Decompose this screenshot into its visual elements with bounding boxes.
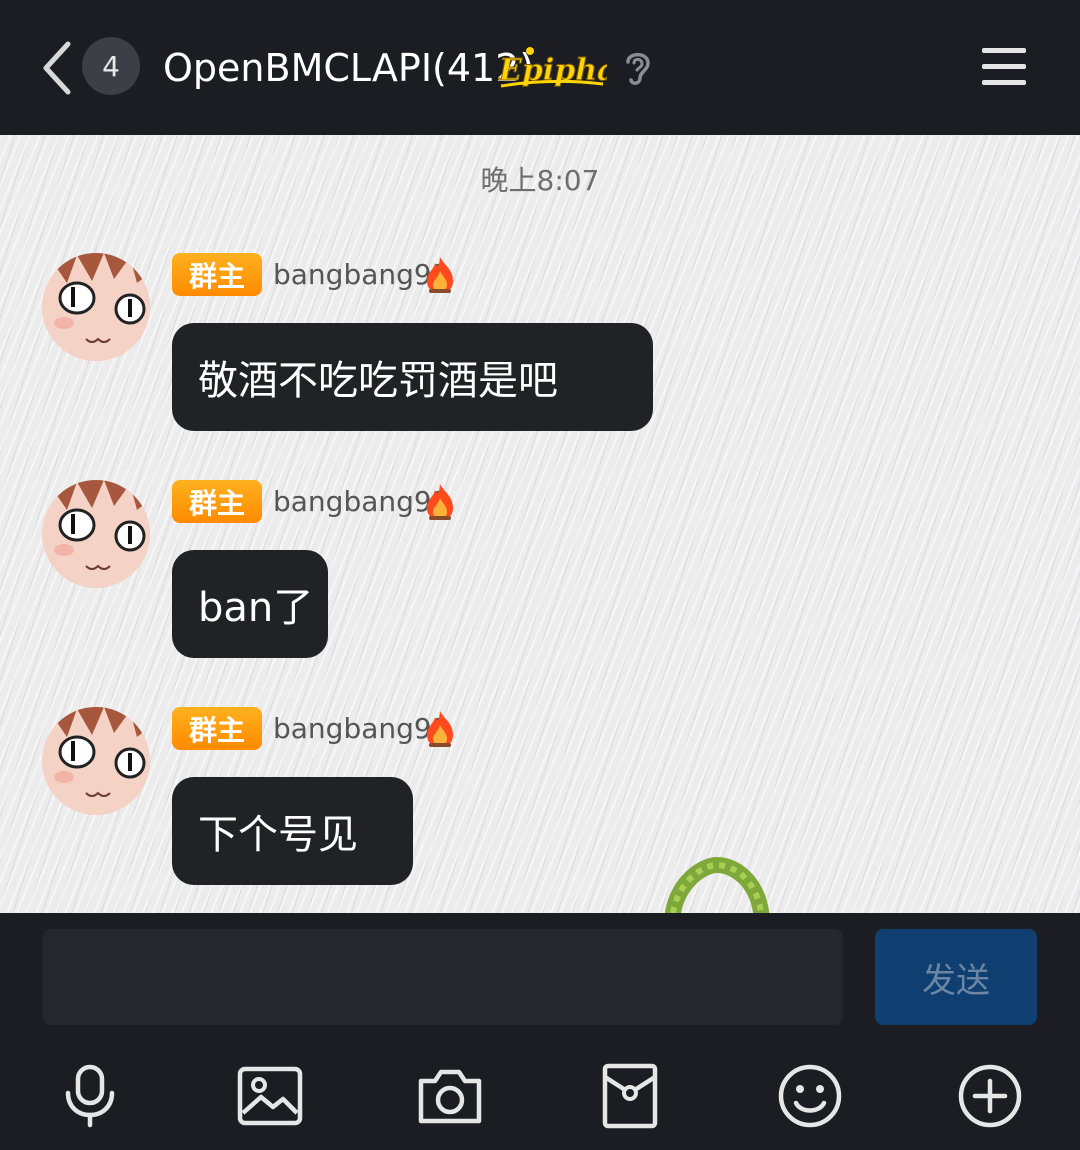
avatar[interactable] [42,253,150,361]
avatar[interactable] [42,480,150,588]
bottom-toolbar [0,1041,1080,1150]
chat-area[interactable]: 晚上8:07 群主 bangbang93 敬酒不吃吃罚酒是吧 群主 bangba… [0,135,1080,913]
message-bubble[interactable]: 敬酒不吃吃罚酒是吧 [172,323,653,431]
avatar[interactable] [42,707,150,815]
menu-icon [982,48,1026,53]
fire-icon [423,709,457,749]
chat-title[interactable]: OpenBMCLAPI(412) [163,40,534,96]
group-owner-badge: 群主 [172,707,262,750]
menu-button[interactable] [980,44,1030,90]
group-owner-badge: 群主 [172,480,262,523]
chat-header: 4 OpenBMCLAPI(412) Epiphany [0,0,1080,135]
red-packet-icon[interactable] [597,1063,663,1129]
fire-icon [423,482,457,522]
group-owner-badge: 群主 [172,253,262,296]
message-item: 群主 bangbang93 敬酒不吃吃罚酒是吧 [0,253,1080,473]
unread-count-badge[interactable]: 4 [82,37,140,95]
plus-icon[interactable] [957,1063,1023,1129]
emoji-icon[interactable] [777,1063,843,1129]
background-decoration [662,855,772,913]
fire-icon [423,255,457,295]
message-bubble[interactable]: ban了 [172,550,328,658]
ear-icon[interactable] [622,48,654,88]
image-icon[interactable] [237,1063,303,1129]
message-bubble[interactable]: 下个号见 [172,777,413,885]
send-button[interactable]: 发送 [875,929,1037,1025]
camera-icon[interactable] [417,1063,483,1129]
message-timestamp: 晚上8:07 [480,164,600,197]
chevron-left-icon [43,41,71,95]
message-item: 群主 bangbang93 ban了 [0,480,1080,700]
message-input[interactable] [43,929,843,1025]
microphone-icon[interactable] [57,1063,123,1129]
composer-bar: 发送 [0,913,1080,1041]
back-button[interactable] [36,38,80,98]
message-item: 群主 bangbang93 下个号见 [0,707,1080,913]
epiphany-logo: Epiphany [497,44,659,92]
